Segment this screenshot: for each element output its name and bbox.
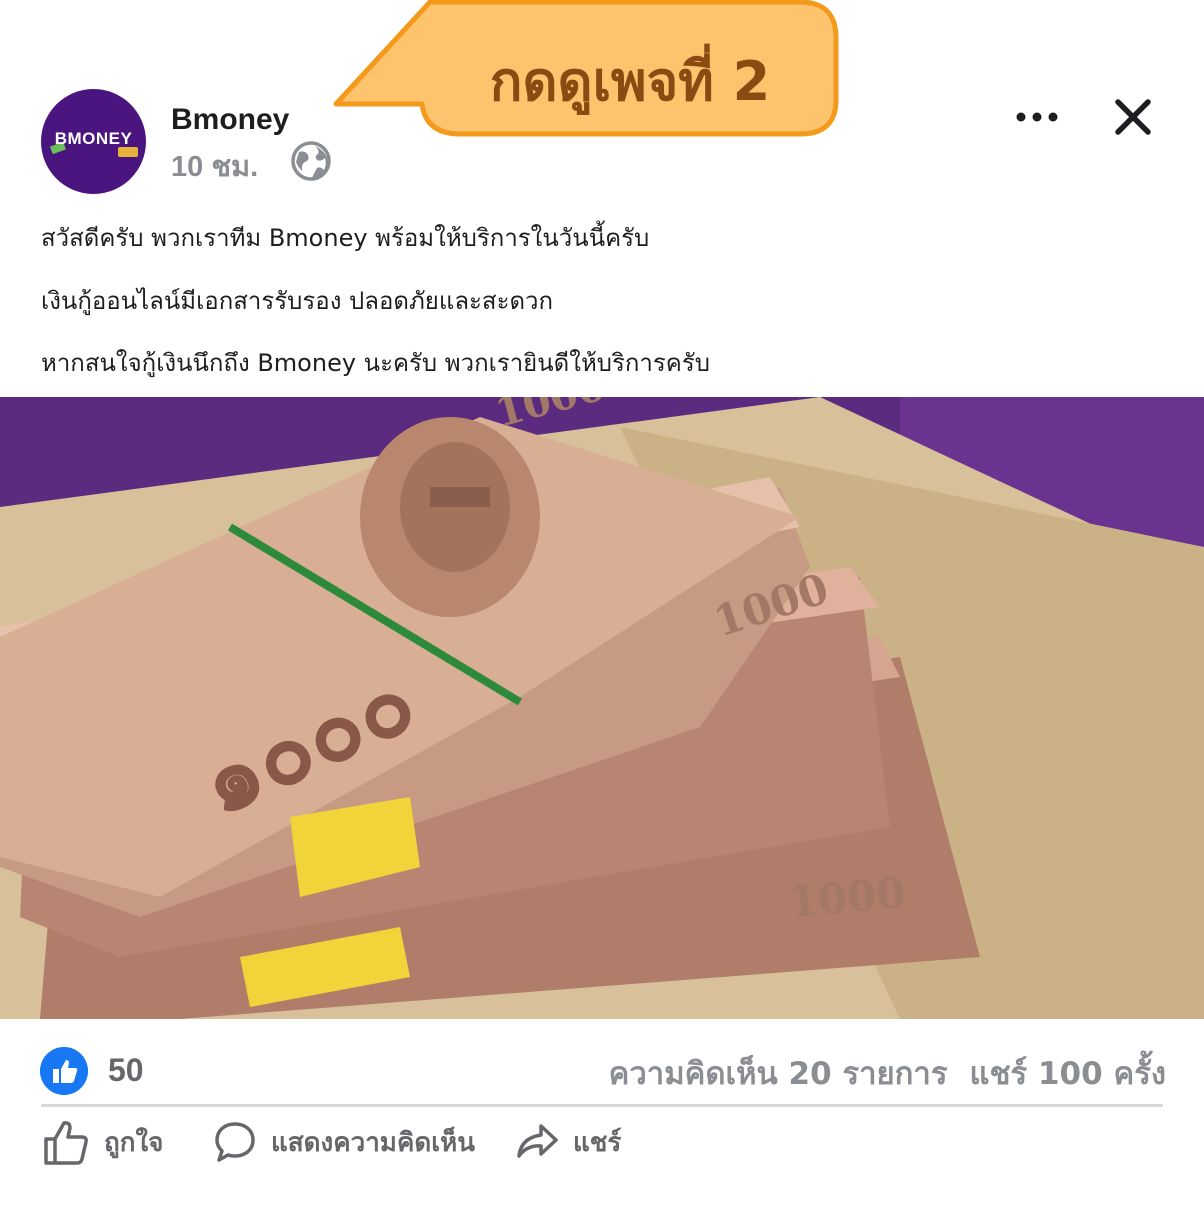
callout-text: กดดูเพจที่ 2	[489, 50, 771, 113]
comment-button[interactable]: แสดงความคิดเห็น	[213, 1114, 475, 1170]
comment-count[interactable]: ความคิดเห็น 20 รายการ	[609, 1056, 948, 1092]
comment-label: แสดงความคิดเห็น	[271, 1127, 476, 1158]
globe-icon	[291, 141, 331, 181]
avatar[interactable]: BMONEY	[41, 89, 146, 194]
like-icon	[44, 1121, 88, 1165]
close-icon[interactable]	[1112, 96, 1154, 138]
like-button[interactable]: ถูกใจ	[42, 1114, 163, 1170]
post-text-line: หากสนใจกู้เงินนึกถึง Bmoney นะครับ พวกเร…	[41, 349, 710, 377]
more-icon[interactable]	[1013, 106, 1061, 128]
share-button[interactable]: แชร์	[515, 1114, 621, 1170]
comment-icon	[215, 1122, 255, 1162]
share-icon	[517, 1124, 558, 1158]
post-time[interactable]: 10 ชม.	[171, 143, 258, 189]
post-text-line: เงินกู้ออนไลน์มีเอกสารรับรอง ปลอดภัยและส…	[41, 287, 554, 315]
divider	[41, 1104, 1163, 1107]
like-label: ถูกใจ	[104, 1127, 164, 1158]
share-count[interactable]: แชร์ 100 ครั้ง	[970, 1056, 1167, 1092]
post-text-line: สวัสดีครับ พวกเราทีม Bmoney พร้อมให้บริก…	[41, 224, 650, 252]
post-photo[interactable]: ๑๐๐๐ 1000 1000 1000	[0, 397, 1204, 1019]
avatar-logo-text: BMONEY	[54, 129, 133, 148]
coin-graphic	[118, 147, 138, 157]
svg-text:1000: 1000	[787, 868, 908, 927]
like-count[interactable]: 50	[108, 1052, 144, 1089]
thumbs-up-icon[interactable]	[40, 1047, 88, 1095]
page-name[interactable]: Bmoney	[171, 103, 289, 137]
post-stats: ความคิดเห็น 20 รายการ แชร์ 100 ครั้ง	[587, 1048, 1166, 1098]
share-label: แชร์	[573, 1127, 622, 1158]
